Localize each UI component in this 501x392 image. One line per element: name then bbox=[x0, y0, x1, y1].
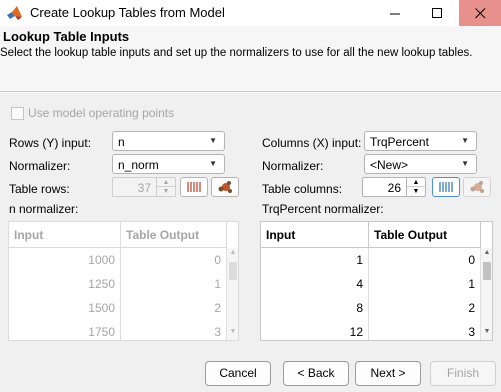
output-cell[interactable]: 2 bbox=[369, 296, 481, 320]
table-row[interactable]: 4 1 bbox=[261, 272, 481, 296]
vertical-scrollbar[interactable]: ▲ ▼ bbox=[480, 248, 492, 340]
page-description: Select the lookup table inputs and set u… bbox=[0, 47, 473, 59]
optimize-icon bbox=[218, 181, 232, 193]
rows-normalizer-dropdown[interactable]: n_norm ▼ bbox=[112, 154, 225, 174]
input-cell[interactable]: 1 bbox=[261, 248, 369, 272]
output-cell[interactable]: 1 bbox=[121, 272, 227, 296]
window-title: Create Lookup Tables from Model bbox=[30, 5, 225, 20]
use-operating-points-label: Use model operating points bbox=[28, 106, 175, 120]
table-row[interactable]: 1750 3 bbox=[9, 320, 227, 340]
column-header-input[interactable]: Input bbox=[261, 222, 369, 248]
columns-normalizer-label: Normalizer: bbox=[262, 159, 324, 173]
table-columns-spinner[interactable]: 26 ▲ ▼ bbox=[362, 177, 426, 197]
scroll-down-icon[interactable]: ▼ bbox=[481, 328, 492, 335]
rows-input-value: n bbox=[118, 135, 125, 149]
table-columns-label: Table columns: bbox=[262, 182, 343, 196]
table-columns-value: 26 bbox=[387, 181, 401, 195]
rows-normalizer-table[interactable]: Input Table Output 1000 0 1250 1 1500 2 … bbox=[8, 221, 239, 341]
use-operating-points-checkbox[interactable] bbox=[11, 107, 24, 120]
input-cell[interactable]: 12 bbox=[261, 320, 369, 340]
page-title: Lookup Table Inputs bbox=[3, 29, 130, 44]
input-cell[interactable]: 1000 bbox=[9, 248, 121, 272]
rows-normalizer-table-label: n normalizer: bbox=[9, 202, 79, 216]
scroll-thumb[interactable] bbox=[229, 262, 237, 280]
close-icon bbox=[474, 7, 485, 18]
chevron-down-icon: ▼ bbox=[461, 136, 469, 145]
columns-normalizer-table-label: TrqPercent normalizer: bbox=[262, 202, 384, 216]
input-cell[interactable]: 8 bbox=[261, 296, 369, 320]
spin-up-icon[interactable]: ▲ bbox=[407, 178, 425, 187]
output-cell[interactable]: 3 bbox=[369, 320, 481, 340]
table-header: Input Table Output bbox=[261, 222, 481, 248]
column-header-table-output[interactable]: Table Output bbox=[121, 222, 227, 248]
column-header-table-output[interactable]: Table Output bbox=[369, 222, 481, 248]
chevron-down-icon: ▼ bbox=[209, 136, 217, 145]
columns-input-dropdown[interactable]: TrqPercent ▼ bbox=[364, 131, 477, 151]
minimize-button[interactable] bbox=[374, 0, 416, 26]
scroll-thumb[interactable] bbox=[483, 262, 491, 280]
breakpoints-icon bbox=[187, 182, 201, 192]
input-cell[interactable]: 4 bbox=[261, 272, 369, 296]
spin-up-icon[interactable]: ▲ bbox=[157, 178, 175, 187]
input-cell[interactable]: 1250 bbox=[9, 272, 121, 296]
input-cell[interactable]: 1750 bbox=[9, 320, 121, 340]
input-cell[interactable]: 1500 bbox=[9, 296, 121, 320]
rows-normalizer-label: Normalizer: bbox=[9, 159, 71, 173]
finish-button[interactable]: Finish bbox=[430, 361, 496, 386]
table-row[interactable]: 1500 2 bbox=[9, 296, 227, 320]
table-rows-value: 37 bbox=[137, 181, 151, 195]
back-button[interactable]: < Back bbox=[283, 361, 349, 386]
scroll-up-icon[interactable]: ▲ bbox=[227, 249, 238, 256]
columns-normalizer-table[interactable]: Input Table Output 1 0 4 1 8 2 12 3 ▲ ▼ bbox=[260, 221, 493, 341]
output-cell[interactable]: 0 bbox=[369, 248, 481, 272]
scroll-up-icon[interactable]: ▲ bbox=[481, 249, 492, 256]
chevron-down-icon: ▼ bbox=[461, 159, 469, 168]
vertical-scrollbar[interactable]: ▲ ▼ bbox=[226, 248, 238, 340]
table-rows-label: Table rows: bbox=[9, 182, 70, 196]
columns-input-label: Columns (X) input: bbox=[262, 136, 362, 150]
table-rows-spinner[interactable]: 37 ▲ ▼ bbox=[112, 177, 176, 197]
header-panel: Lookup Table Inputs Select the lookup ta… bbox=[0, 26, 501, 92]
output-cell[interactable]: 2 bbox=[121, 296, 227, 320]
close-button[interactable] bbox=[459, 0, 501, 26]
minimize-icon bbox=[389, 13, 400, 14]
columns-optimize-button[interactable] bbox=[463, 177, 491, 197]
optimize-icon bbox=[470, 181, 484, 193]
table-row[interactable]: 12 3 bbox=[261, 320, 481, 340]
output-cell[interactable]: 0 bbox=[121, 248, 227, 272]
table-header: Input Table Output bbox=[9, 222, 227, 248]
title-bar: Create Lookup Tables from Model bbox=[0, 0, 501, 26]
rows-normalizer-value: n_norm bbox=[118, 158, 159, 172]
chevron-down-icon: ▼ bbox=[209, 159, 217, 168]
table-row[interactable]: 1 0 bbox=[261, 248, 481, 272]
spin-down-icon[interactable]: ▼ bbox=[407, 187, 425, 196]
output-cell[interactable]: 3 bbox=[121, 320, 227, 340]
cancel-button[interactable]: Cancel bbox=[205, 361, 271, 386]
scroll-down-icon[interactable]: ▼ bbox=[227, 328, 238, 335]
columns-input-value: TrqPercent bbox=[370, 135, 429, 149]
maximize-icon bbox=[431, 7, 442, 18]
rows-optimize-button[interactable] bbox=[211, 177, 239, 197]
columns-normalizer-dropdown[interactable]: <New> ▼ bbox=[364, 154, 477, 174]
table-row[interactable]: 1250 1 bbox=[9, 272, 227, 296]
matlab-logo-icon bbox=[7, 6, 22, 20]
output-cell[interactable]: 1 bbox=[369, 272, 481, 296]
rows-breakpoint-edit-button[interactable] bbox=[180, 177, 208, 197]
columns-normalizer-value: <New> bbox=[370, 158, 409, 172]
rows-input-label: Rows (Y) input: bbox=[9, 136, 92, 150]
table-row[interactable]: 1000 0 bbox=[9, 248, 227, 272]
breakpoints-icon bbox=[439, 182, 453, 192]
maximize-button[interactable] bbox=[416, 0, 458, 26]
column-header-input[interactable]: Input bbox=[9, 222, 121, 248]
table-row[interactable]: 8 2 bbox=[261, 296, 481, 320]
spin-down-icon[interactable]: ▼ bbox=[157, 187, 175, 196]
columns-breakpoint-edit-button[interactable] bbox=[432, 177, 460, 197]
next-button[interactable]: Next > bbox=[355, 361, 421, 386]
rows-input-dropdown[interactable]: n ▼ bbox=[112, 131, 225, 151]
